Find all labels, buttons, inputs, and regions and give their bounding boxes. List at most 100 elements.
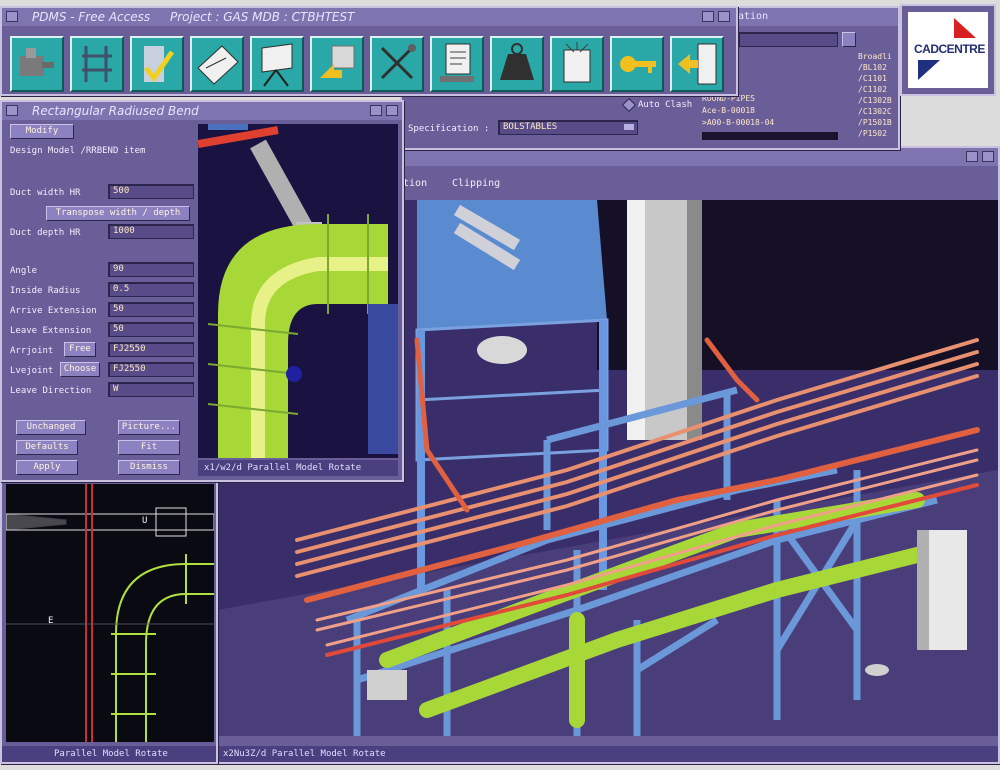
cadcentre-logo: CADCENTRE [900,4,996,96]
element-list[interactable]: ROUND-PIPES Ace-B-00018 >A00-B-00018-04 [702,94,838,142]
list-item[interactable]: Broadli [858,52,892,61]
list-selection-bar [702,132,838,140]
list-item[interactable]: /C1101 [858,74,887,83]
design-model-label: Design Model /RRBEND item [10,146,146,156]
tool-easel[interactable] [250,36,304,92]
tool-check[interactable] [130,36,184,92]
list-item[interactable]: >A00-B-00018-04 [702,118,774,127]
tool-library[interactable] [550,36,604,92]
list-item[interactable]: /P1502 [858,129,887,138]
auto-clash-toggle[interactable] [621,97,637,113]
main-view-status: x2Nu3Z/d Parallel Model Rotate [217,746,998,762]
specification-label: Specification : [408,124,490,134]
arrjoint-field[interactable]: FJ2550 [108,342,194,357]
leave-extension-label: Leave Extension [10,326,92,336]
orthographic-viewport[interactable] [6,484,214,742]
unchanged-select[interactable]: Unchanged [16,420,86,435]
tool-utilities[interactable] [370,36,424,92]
import-box-icon [320,45,355,78]
left-view-status: Parallel Model Rotate [2,746,216,762]
exit-door-icon [678,43,717,85]
duct-width-label: Duct width HR [10,188,81,198]
background-top-field[interactable] [738,32,838,47]
picture-button[interactable]: Picture... [118,420,180,435]
arrive-extension-field[interactable]: 50 [108,302,194,317]
pdms-minimize-button[interactable] [702,11,714,22]
main-view-minimize-button[interactable] [966,151,978,162]
logo-red-triangle-icon [954,18,976,38]
tool-weight[interactable] [490,36,544,92]
right-list[interactable]: Broadli /BL102 /C1101 /C1102 /C1302B /C1… [858,52,902,148]
bend-preview-status: x1/w2/d Parallel Model Rotate [198,460,398,476]
tools-wrench-icon [380,44,416,80]
lvejoint-field[interactable]: FJ2550 [108,362,194,377]
transpose-button[interactable]: Transpose width / depth [46,206,190,221]
tool-access[interactable] [610,36,664,92]
specification-select[interactable]: BOLSTABLES [498,120,638,135]
menu-item-clipping[interactable]: Clipping [452,178,500,189]
inside-radius-field[interactable]: 0.5 [108,282,194,297]
pdms-maximize-button[interactable] [718,11,730,22]
leave-direction-label: Leave Direction [10,386,92,396]
key-icon [620,56,656,73]
leave-extension-field[interactable]: 50 [108,322,194,337]
list-item[interactable]: /C1302B [858,96,892,105]
dismiss-button[interactable]: Dismiss [118,460,180,475]
equipment-icon [20,48,54,76]
tool-equipment[interactable] [10,36,64,92]
check-door-icon [144,46,175,83]
fit-button[interactable]: Fit [118,440,180,455]
bend-form-titlebar[interactable]: Rectangular Radiused Bend [2,102,402,120]
bend-form-maximize-button[interactable] [386,105,398,116]
angle-label: Angle [10,266,38,276]
pdms-titlebar[interactable]: PDMS - Free Access Project : GAS MDB : C… [2,8,736,26]
list-item[interactable]: /C1302C [858,107,892,116]
defaults-button[interactable]: Defaults [16,440,78,455]
pdms-main-window: PDMS - Free Access Project : GAS MDB : C… [0,6,738,96]
lvejoint-label: Lvejoint [10,366,54,376]
list-item[interactable]: /C1102 [858,85,887,94]
logo-blue-triangle-icon [918,60,940,80]
tool-drawing[interactable] [190,36,244,92]
lvejoint-choose-button[interactable]: Choose [60,362,100,377]
drawing-icon [197,45,239,85]
duct-width-field[interactable]: 500 [108,184,194,199]
list-item[interactable]: /BL102 [858,63,887,72]
bend-form-minimize-button[interactable] [370,105,382,116]
bend-preview-viewport[interactable] [198,124,398,458]
rectangular-radiused-bend-window: Rectangular Radiused Bend Modify Design … [0,100,404,482]
structure-frame-icon [82,46,112,82]
tool-import[interactable] [310,36,364,92]
logo-text: CADCENTRE [914,42,985,56]
background-top-toggle[interactable] [842,32,856,47]
tool-specification[interactable] [430,36,484,92]
main-view-maximize-button[interactable] [982,151,994,162]
pdms-system-menu-button[interactable] [6,11,18,22]
axis-label-u: U [142,516,148,526]
project-title: Project : GAS MDB : CTBHTEST [170,10,355,24]
arrive-extension-label: Arrive Extension [10,306,97,316]
bend-form-system-menu-button[interactable] [6,105,18,116]
document-spec-icon [440,43,474,82]
left-2d-view-window: U E Parallel Model Rotate [0,478,218,764]
mode-select[interactable]: Modify [10,124,74,139]
list-item[interactable]: /P1501B [858,118,892,127]
duct-depth-field[interactable]: 1000 [108,224,194,239]
specification-dropdown-icon[interactable] [624,124,634,130]
angle-field[interactable]: 90 [108,262,194,277]
apply-button[interactable]: Apply [16,460,78,475]
weight-icon [500,43,534,80]
logo-panel: CADCENTRE [908,12,988,88]
duct-depth-label: Duct depth HR [10,228,81,238]
arrjoint-label: Arrjoint [10,346,54,356]
arrjoint-free-button[interactable]: Free [64,342,96,357]
easel-sheet-icon [261,43,293,87]
app-title: PDMS - Free Access [32,10,151,24]
inside-radius-label: Inside Radius [10,286,81,296]
leave-direction-field[interactable]: W [108,382,194,397]
book-icon [563,42,591,83]
axis-label-e: E [48,616,54,626]
list-item[interactable]: Ace-B-00018 [702,106,755,115]
tool-structure[interactable] [70,36,124,92]
tool-exit[interactable] [670,36,724,92]
